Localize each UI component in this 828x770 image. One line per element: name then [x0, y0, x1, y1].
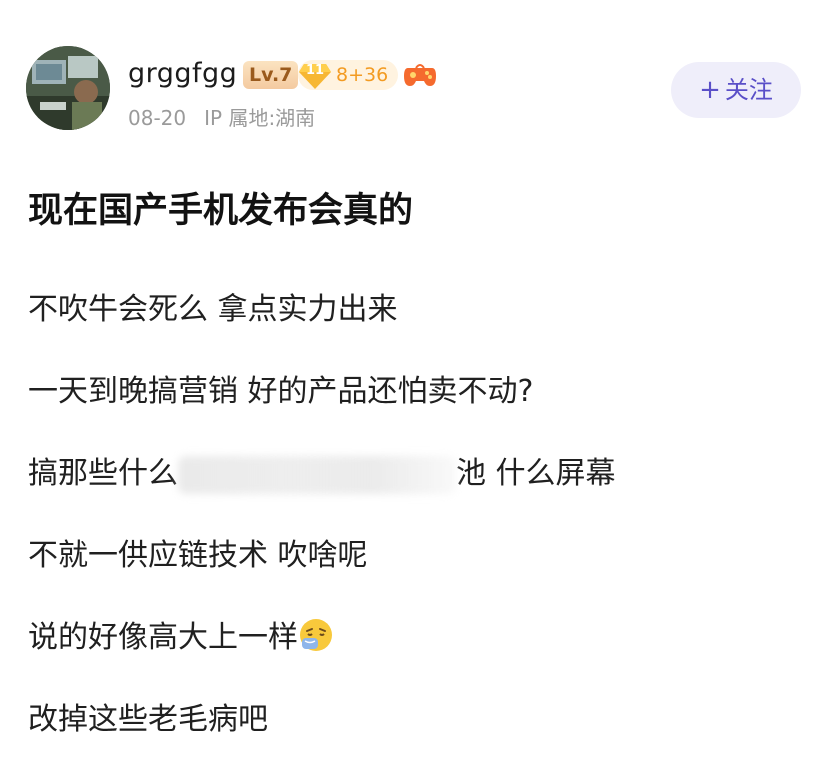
post-line-3: 搞那些什么 池 什么屏幕 [28, 448, 616, 494]
post-title: 现在国产手机发布会真的 [28, 191, 414, 231]
sneezing-face-emoji [300, 619, 332, 651]
post-header: grggfgg Lv.7 11 8+36 08-20 IP 属地:湖南 + 关注 [0, 0, 828, 150]
post-line-5-text: 说的好像高大上一样 [28, 620, 298, 655]
ip-location: IP 属地:湖南 [204, 106, 316, 130]
username[interactable]: grggfgg [128, 58, 237, 89]
level-badge: Lv.7 [243, 61, 299, 89]
follow-label: 关注 [724, 76, 773, 104]
post-line-2: 一天到晚搞营销 好的产品还怕卖不动? [28, 374, 534, 409]
plus-icon: + [699, 75, 721, 105]
post-line-6: 改掉这些老毛病吧 [28, 702, 268, 737]
post-line-3-end: 池 什么屏幕 [456, 456, 616, 491]
vip-level-number: 11 [305, 63, 325, 78]
blurred-text-redaction [178, 455, 456, 494]
vip-badge: 11 8+36 [298, 60, 398, 90]
vip-points: 8+36 [336, 64, 389, 86]
follow-button[interactable]: + 关注 [671, 62, 801, 118]
avatar[interactable] [26, 46, 110, 130]
post-line-4: 不就一供应链技术 吹啥呢 [28, 538, 368, 573]
post-date: 08-20 [128, 106, 187, 130]
post-line-5: 说的好像高大上一样 [28, 612, 334, 656]
post-meta: 08-20 IP 属地:湖南 [128, 102, 333, 131]
gamepad-icon [404, 64, 436, 86]
post-line-1: 不吹牛会死么 拿点实力出来 [28, 292, 398, 327]
post-line-3-start: 搞那些什么 [28, 456, 178, 491]
